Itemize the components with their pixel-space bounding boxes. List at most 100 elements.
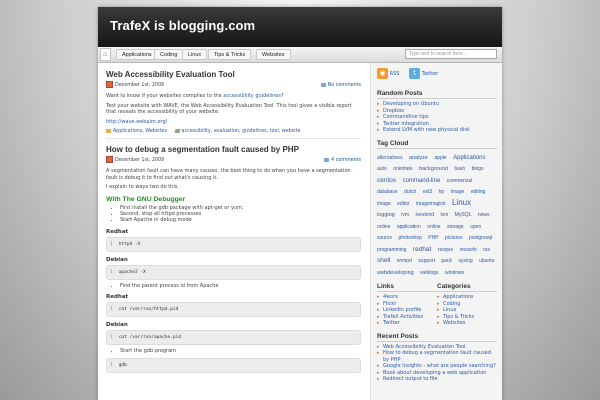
tag-link[interactable]: snmpd [397, 258, 412, 264]
tag-link[interactable]: centos [377, 177, 396, 184]
post-taxonomy: Applications, Websites accessibility, ev… [106, 128, 361, 139]
tag-link[interactable]: background [419, 166, 448, 172]
tag-link[interactable]: resque [438, 247, 453, 253]
post-categories[interactable]: Applications, Websites [113, 129, 167, 134]
wave-url-link[interactable]: http://wave.webaim.org/ [106, 119, 167, 125]
tag-link[interactable]: MySQL [455, 212, 472, 218]
nav-item-coding[interactable]: Coding [154, 49, 184, 60]
recent-post-link[interactable]: How to debug a segmentation fault caused… [377, 350, 497, 363]
post-title[interactable]: How to debug a segmentation fault caused… [106, 139, 361, 155]
code-block[interactable]: 1 apache2 -X [106, 264, 361, 280]
tag-link[interactable]: command-line [403, 178, 441, 184]
widget-title: Random Posts [377, 90, 497, 99]
code-block[interactable]: 1 gdb [106, 357, 361, 373]
section-heading: With The GNU Debugger [106, 195, 186, 203]
tag-link[interactable]: pictures [445, 235, 463, 241]
tag-link[interactable]: hp [439, 189, 445, 195]
tag-link[interactable]: weblogs [420, 270, 438, 276]
tag-link[interactable]: apple [434, 155, 446, 161]
tag-link[interactable]: online [377, 224, 390, 230]
line-number: 1 [110, 307, 113, 313]
tag-link[interactable]: alternatives [377, 155, 403, 161]
tag-link[interactable]: ubuntu [479, 258, 494, 264]
random-post-link[interactable]: Extend LVM with new physical disk [377, 127, 497, 134]
nav-item-applications[interactable]: Applications [116, 49, 158, 60]
tag-link[interactable]: commercial [447, 178, 473, 184]
tag-link[interactable]: lvm [401, 212, 409, 218]
tag-link[interactable]: photoshop [398, 235, 421, 241]
recent-post-link[interactable]: Redirect output to file [377, 376, 497, 383]
widget-title: Links [377, 283, 437, 292]
recent-posts-list: Web Accessibility Evaluation ToolHow to … [377, 344, 497, 383]
tag-link[interactable]: imagemagick [416, 201, 445, 207]
tag-link[interactable]: image [377, 201, 391, 207]
rss-link[interactable]: RSS [390, 71, 400, 77]
tag-link[interactable]: rss [483, 247, 490, 253]
rss-icon[interactable]: ◉ [377, 68, 388, 79]
tag-link[interactable]: syslog [458, 258, 472, 264]
nav-item-websites[interactable]: Websites [256, 49, 291, 60]
tag-link[interactable]: source [377, 235, 392, 241]
tag-link[interactable]: database [377, 189, 398, 195]
tag-link[interactable]: orientate [393, 166, 412, 172]
tag-link[interactable]: pack [441, 258, 452, 264]
comments-link[interactable]: 4 comments [324, 156, 361, 165]
tag-link[interactable]: windows [445, 270, 464, 276]
categories-column: Categories ApplicationsCodingLinuxTips &… [437, 277, 497, 327]
sidebar-link[interactable]: Twitter [377, 320, 437, 327]
post-paragraph: Want to know if your websites complies t… [106, 93, 361, 100]
comments-count: No comments [327, 83, 361, 88]
code-block[interactable]: 1 httpd -X [106, 236, 361, 252]
tag-link[interactable]: logging [377, 212, 395, 218]
nav-bar: ⌂ Applications Coding Linux Tips & Trick… [98, 47, 502, 63]
tag-link[interactable]: editing [471, 189, 486, 195]
nav-item-linux[interactable]: Linux [182, 49, 208, 60]
tag-link[interactable]: storage [447, 224, 464, 230]
post-paragraph: Test your website with WAVE, the Web Acc… [106, 102, 352, 116]
site-title[interactable]: TrafeX is blogging.com [110, 18, 255, 33]
tag-link[interactable]: lvm [441, 212, 449, 218]
tag-link[interactable]: webdeveloping [377, 270, 414, 276]
feed-links: ◉ RSS t Twitter [377, 68, 497, 84]
twitter-icon[interactable]: t [409, 68, 421, 79]
tag-link[interactable]: programming [377, 247, 406, 253]
twitter-link[interactable]: Twitter [422, 71, 439, 77]
tag-link[interactable]: editor [397, 201, 410, 207]
code-block[interactable]: 1 cat /var/run/httpd.pid [106, 302, 361, 318]
tag-link[interactable]: blogs [472, 166, 484, 172]
tag-link[interactable]: PHP [428, 235, 438, 241]
comments-link[interactable]: No comments [320, 81, 361, 90]
category-link[interactable]: Websites [437, 320, 497, 327]
calendar-icon [106, 81, 113, 88]
tag-link[interactable]: application [397, 224, 421, 230]
tag-link[interactable]: bash [454, 166, 465, 172]
code-block[interactable]: 1 cat /var/run/apache.pid [106, 330, 361, 346]
tag-link[interactable]: image [451, 189, 465, 195]
tag-link[interactable]: postgresql [469, 235, 492, 241]
post-meta: December 1st, 2009 4 comments [106, 156, 361, 165]
search-input[interactable]: Type text to search here... [405, 49, 497, 59]
post-title[interactable]: Web Accessibility Evaluation Tool [106, 63, 361, 80]
tag-link[interactable]: analyze [409, 155, 428, 161]
line-number: 1 [110, 269, 113, 275]
tag-link[interactable]: online [427, 224, 440, 230]
tag-link[interactable]: ext3 [423, 189, 432, 195]
accessibility-guidelines-link[interactable]: accessibility guidelines [223, 93, 281, 99]
text: ? [280, 93, 284, 99]
tag-link[interactable]: Linux [452, 198, 471, 207]
tag-link[interactable]: open [470, 224, 481, 230]
home-tab[interactable]: ⌂ [100, 48, 111, 61]
tag-link[interactable]: news [478, 212, 490, 218]
post-tags[interactable]: accessibility, evaluation, guidelines, t… [182, 129, 301, 134]
tag-link[interactable]: redhat [413, 246, 431, 253]
tag-link[interactable]: auto [377, 166, 387, 172]
tag-link[interactable]: Applications [453, 155, 485, 161]
widget-title: Tag Cloud [377, 140, 497, 149]
steps-list: Start the gdb program [106, 348, 361, 354]
tag-link[interactable]: lvextend [415, 212, 434, 218]
nav-item-tips-tricks[interactable]: Tips & Tricks [208, 49, 252, 60]
tag-link[interactable]: shell [377, 257, 390, 264]
tag-link[interactable]: resizefs [460, 247, 477, 253]
tag-link[interactable]: dutch [404, 189, 416, 195]
tag-link[interactable]: support [418, 258, 435, 264]
